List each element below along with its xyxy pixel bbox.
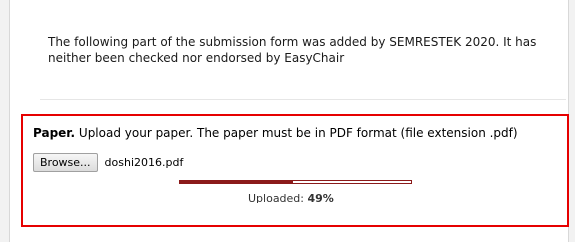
paper-upload-section: Paper. Upload your paper. The paper must… xyxy=(21,114,569,227)
upload-status-value: 49% xyxy=(307,192,334,203)
paper-upload-instructions: Paper. Upload your paper. The paper must… xyxy=(33,125,563,141)
upload-progress-fill xyxy=(180,181,294,183)
upload-status-label: Uploaded: xyxy=(248,192,304,203)
paper-instructions-text: Upload your paper. The paper must be in … xyxy=(78,126,518,140)
upload-status: Uploaded: 49% xyxy=(248,192,334,203)
upload-progress-bar xyxy=(179,180,412,184)
selected-file-name: doshi2016.pdf xyxy=(104,155,184,169)
form-notice-text: The following part of the submission for… xyxy=(48,35,537,65)
browse-button[interactable]: Browse... xyxy=(33,152,98,172)
file-picker: Browse... doshi2016.pdf xyxy=(33,152,183,172)
section-divider xyxy=(40,99,566,100)
paper-field-label: Paper. xyxy=(33,126,76,140)
